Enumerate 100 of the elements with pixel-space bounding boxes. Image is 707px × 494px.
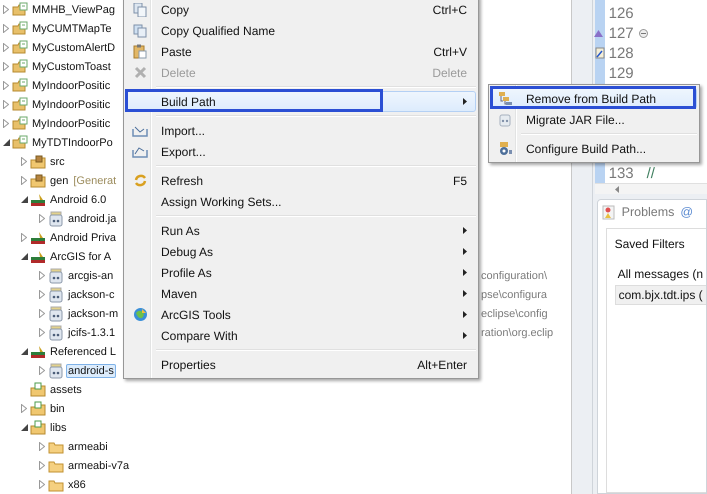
tree-item[interactable]: armeabi-v7a <box>66 458 132 472</box>
tree-item[interactable]: armeabi <box>66 440 110 454</box>
tree-item-path: pse\configura <box>481 288 548 300</box>
collapsed-triangle-icon[interactable] <box>21 176 27 185</box>
books-icon <box>30 248 46 264</box>
menu-item[interactable]: Build Path <box>126 91 476 112</box>
copy-icon <box>133 24 147 38</box>
collapse-icon[interactable] <box>638 28 648 38</box>
submenu-arrow-icon <box>463 332 467 339</box>
collapsed-triangle-icon[interactable] <box>3 24 9 33</box>
tree-item[interactable]: android.ja <box>66 212 118 226</box>
clipboard-icon <box>133 44 147 59</box>
project-folder-icon <box>12 20 28 36</box>
tree-item[interactable]: android-s <box>66 364 116 378</box>
menu-item[interactable]: Properties Alt+Enter <box>126 354 476 375</box>
export-icon <box>132 145 148 158</box>
tree-item[interactable]: MyIndoorPositic <box>30 98 112 112</box>
tree-item[interactable]: Android Priva <box>48 230 118 244</box>
menu-item[interactable]: Configure Build Path... <box>491 138 697 159</box>
collapsed-triangle-icon[interactable] <box>39 214 45 223</box>
tree-item[interactable]: gen <box>48 174 70 188</box>
collapsed-triangle-icon[interactable] <box>39 328 45 337</box>
menu-item[interactable]: Refresh F5 <box>126 170 476 191</box>
tree-item[interactable]: x86 <box>66 478 88 492</box>
refresh-icon <box>132 173 148 188</box>
package-folder-icon <box>30 154 46 170</box>
tree-item[interactable]: arcgis-an <box>66 268 116 282</box>
books-icon <box>30 192 46 208</box>
tree-item[interactable]: MyCUMTMapTe <box>30 22 114 36</box>
menu-item[interactable]: Run As <box>126 220 476 241</box>
collapsed-triangle-icon[interactable] <box>3 119 9 128</box>
collapsed-triangle-icon[interactable] <box>21 157 27 166</box>
collapsed-triangle-icon[interactable] <box>39 461 45 470</box>
package-folder-icon <box>30 420 46 436</box>
menu-item[interactable]: Export... <box>126 141 476 162</box>
menu-item[interactable]: Debug As <box>126 241 476 262</box>
tree-item[interactable]: MyCustomAlertD <box>30 40 118 54</box>
collapsed-triangle-icon[interactable] <box>3 81 9 90</box>
books-icon <box>30 230 46 246</box>
filter-item[interactable]: All messages (n <box>614 265 706 283</box>
tree-item[interactable]: src <box>48 154 67 168</box>
submenu-arrow-icon <box>463 290 467 297</box>
expanded-triangle-icon[interactable] <box>20 253 28 260</box>
filter-item[interactable]: com.bjx.tdt.ips ( <box>614 285 706 305</box>
menu-item[interactable]: Assign Working Sets... <box>126 191 476 212</box>
tree-item[interactable]: jackson-c <box>66 288 116 302</box>
project-folder-icon <box>12 134 28 150</box>
menu-item[interactable]: ArcGIS Tools <box>126 304 476 325</box>
collapsed-triangle-icon[interactable] <box>39 271 45 280</box>
expanded-triangle-icon[interactable] <box>2 139 10 146</box>
view-tab[interactable]: Problems <box>622 205 674 219</box>
collapsed-triangle-icon[interactable] <box>3 5 9 14</box>
tree-item[interactable]: MyTDTIndoorPo <box>30 136 115 150</box>
collapsed-triangle-icon[interactable] <box>21 233 27 242</box>
tree-item[interactable]: MyIndoorPositic <box>30 116 112 130</box>
menu-item[interactable]: Import... <box>126 120 476 141</box>
menu-item[interactable]: Profile As <box>126 262 476 283</box>
jar-icon <box>48 306 64 322</box>
menu-item[interactable]: Copy Ctrl+C <box>126 0 476 20</box>
tree-item[interactable]: Android 6.0 <box>48 192 108 206</box>
view-tab[interactable]: @ <box>680 205 694 219</box>
collapsed-triangle-icon[interactable] <box>39 442 45 451</box>
tree-item-path: eclipse\config <box>481 308 548 320</box>
expanded-triangle-icon[interactable] <box>20 196 28 203</box>
collapsed-triangle-icon[interactable] <box>39 480 45 489</box>
collapsed-triangle-icon[interactable] <box>3 43 9 52</box>
collapsed-triangle-icon[interactable] <box>3 62 9 71</box>
tree-item[interactable]: MyIndoorPositic <box>30 78 112 92</box>
package-folder-icon <box>30 172 46 188</box>
scroll-left-icon[interactable] <box>614 186 619 192</box>
menu-item[interactable]: Compare With <box>126 325 476 346</box>
collapsed-triangle-icon[interactable] <box>3 100 9 109</box>
globe-icon <box>132 307 148 322</box>
tree-item[interactable]: jcifs-1.3.1 <box>66 326 118 340</box>
collapsed-triangle-icon[interactable] <box>21 404 27 413</box>
section-title: Saved Filters <box>614 237 686 251</box>
menu-item[interactable]: Copy Qualified Name <box>126 20 476 41</box>
menu-item[interactable]: Migrate JAR File... <box>491 109 697 130</box>
expanded-triangle-icon[interactable] <box>20 348 28 355</box>
tree-item[interactable]: MyCustomToast <box>30 60 113 74</box>
collapsed-triangle-icon[interactable] <box>39 290 45 299</box>
code-comment: // <box>646 164 655 182</box>
expanded-triangle-icon[interactable] <box>20 424 28 431</box>
close-icon <box>134 66 146 79</box>
submenu-arrow-icon <box>463 311 467 318</box>
tree-item[interactable]: Referenced L <box>48 344 118 358</box>
project-folder-icon <box>12 58 28 74</box>
menu-item[interactable]: Paste Ctrl+V <box>126 41 476 62</box>
menu-item[interactable]: Maven <box>126 283 476 304</box>
tree-item[interactable]: libs <box>48 420 69 434</box>
collapsed-triangle-icon[interactable] <box>39 309 45 318</box>
package-folder-icon <box>30 382 46 398</box>
tree-item[interactable]: assets <box>48 382 84 396</box>
tree-item[interactable]: MMHB_ViewPag <box>30 2 117 16</box>
jar-icon <box>48 210 64 226</box>
tree-item[interactable]: ArcGIS for A <box>48 250 114 264</box>
menu-item[interactable]: Remove from Build Path <box>491 88 697 109</box>
tree-item[interactable]: jackson-m <box>66 306 120 320</box>
collapsed-triangle-icon[interactable] <box>39 366 45 375</box>
tree-item[interactable]: bin <box>48 402 67 416</box>
